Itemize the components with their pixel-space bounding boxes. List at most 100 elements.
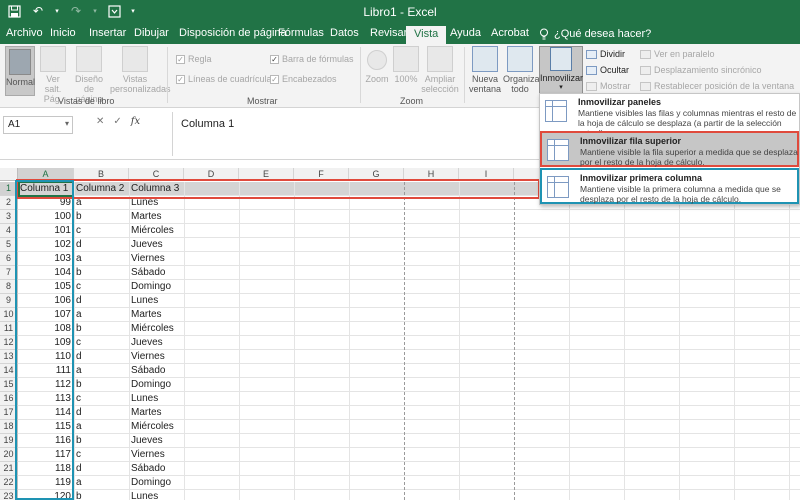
grid-cell[interactable]: c: [74, 392, 129, 406]
grid-cell[interactable]: d: [74, 238, 129, 252]
gridline: [294, 182, 295, 500]
headings-checkbox[interactable]: ✓ Encabezados: [270, 74, 337, 84]
grid-cell[interactable]: b: [74, 266, 129, 280]
sync-scroll-button[interactable]: Desplazamiento sincrónico: [640, 65, 762, 75]
gridline: [789, 182, 790, 500]
tab-disposicion[interactable]: Disposición de página: [179, 24, 287, 44]
grid-cell[interactable]: c: [74, 448, 129, 462]
tab-dibujar[interactable]: Dibujar: [134, 24, 169, 44]
checkbox-icon: ✓: [270, 74, 279, 84]
normal-view-button[interactable]: Normal: [5, 46, 35, 96]
grid-cell[interactable]: Lunes: [129, 490, 184, 500]
sync-scroll-icon: [640, 65, 651, 75]
ribbon-tabs: Archivo Inicio Insertar Dibujar Disposic…: [0, 24, 800, 44]
hide-button[interactable]: Ocultar: [586, 65, 629, 75]
menu-item-desc: Mantiene visible la fila superior a medi…: [580, 147, 798, 167]
grid-cell[interactable]: a: [74, 420, 129, 434]
grid-cell[interactable]: Sábado: [129, 462, 184, 476]
new-window-button[interactable]: Nueva ventana: [468, 46, 502, 94]
grid-cell[interactable]: c: [74, 224, 129, 238]
grid-cell[interactable]: b: [74, 322, 129, 336]
zoom-selection-button[interactable]: Ampliar selección: [421, 46, 459, 94]
regla-checkbox[interactable]: ✓ Regla: [176, 54, 212, 64]
tab-formulas[interactable]: Fórmulas: [278, 24, 324, 44]
new-window-label: Nueva ventana: [468, 74, 502, 94]
grid-cell[interactable]: Lunes: [129, 392, 184, 406]
menu-item-freeze-panes[interactable]: Inmovilizar paneles Mantiene visibles la…: [540, 94, 799, 138]
grid-cell[interactable]: b: [74, 490, 129, 500]
grid-cell[interactable]: Sábado: [129, 266, 184, 280]
grid-cell[interactable]: Martes: [129, 308, 184, 322]
grid-cell[interactable]: a: [74, 308, 129, 322]
name-box[interactable]: A1 ▾: [3, 116, 73, 134]
top-row-highlight: [16, 179, 540, 199]
grid-cell[interactable]: Miércoles: [129, 420, 184, 434]
grid-cell[interactable]: a: [74, 364, 129, 378]
freeze-first-column-icon: [547, 176, 569, 198]
arrange-all-button[interactable]: Organizar todo: [503, 46, 543, 94]
gridline: [624, 182, 625, 500]
grid-cell[interactable]: Viernes: [129, 350, 184, 364]
gridlines-checkbox[interactable]: ✓ Líneas de cuadrícula: [176, 74, 272, 84]
reset-position-button[interactable]: Restablecer posición de la ventana: [640, 81, 794, 91]
grid-cell[interactable]: d: [74, 406, 129, 420]
grid-cell[interactable]: a: [74, 476, 129, 490]
menu-item-freeze-top-row[interactable]: Inmovilizar fila superior Mantiene visib…: [540, 131, 799, 167]
grid-cell[interactable]: Domingo: [129, 280, 184, 294]
worksheet-grid[interactable]: ABCDEFGHI 1 2 3 4 5 6 7 8 9 10 11 12 13 14 15 16 17 18 19 2…: [0, 160, 800, 500]
grid-cell[interactable]: Martes: [129, 406, 184, 420]
grid-cell[interactable]: Jueves: [129, 434, 184, 448]
insert-function-icon[interactable]: fx: [131, 116, 140, 127]
grid-cell[interactable]: Domingo: [129, 378, 184, 392]
tab-datos[interactable]: Datos: [330, 24, 359, 44]
unhide-button[interactable]: Mostrar: [586, 81, 631, 91]
reset-position-label: Restablecer posición de la ventana: [654, 81, 795, 91]
grid-cell[interactable]: a: [74, 252, 129, 266]
sync-scroll-label: Desplazamiento sincrónico: [654, 65, 762, 75]
grid-cell[interactable]: Jueves: [129, 336, 184, 350]
grid-cell[interactable]: Lunes: [129, 294, 184, 308]
grid-cell[interactable]: b: [74, 434, 129, 448]
grid-cell[interactable]: c: [74, 336, 129, 350]
grid-cell[interactable]: d: [74, 462, 129, 476]
tab-acrobat[interactable]: Acrobat: [491, 24, 529, 44]
cancel-icon[interactable]: ✕: [96, 116, 104, 127]
grid-cell[interactable]: Jueves: [129, 238, 184, 252]
custom-views-button[interactable]: Vistas personalizadas: [110, 46, 171, 94]
grid-cell[interactable]: Domingo: [129, 476, 184, 490]
menu-item-freeze-first-column[interactable]: Inmovilizar primera columna Mantiene vis…: [540, 168, 799, 204]
grid-cell[interactable]: Sábado: [129, 364, 184, 378]
tab-insertar[interactable]: Insertar: [89, 24, 126, 44]
grid-cell[interactable]: Miércoles: [129, 322, 184, 336]
grid-cell[interactable]: Miércoles: [129, 224, 184, 238]
side-by-side-button[interactable]: Ver en paralelo: [640, 49, 715, 59]
grid-cell[interactable]: b: [74, 210, 129, 224]
tab-inicio[interactable]: Inicio: [50, 24, 76, 44]
tab-revisar[interactable]: Revisar: [370, 24, 407, 44]
tab-ayuda[interactable]: Ayuda: [450, 24, 481, 44]
split-button[interactable]: Dividir: [586, 49, 625, 59]
grid-cell[interactable]: Martes: [129, 210, 184, 224]
grid-cell[interactable]: b: [74, 378, 129, 392]
zoom-100-button[interactable]: 100%: [392, 46, 420, 84]
tell-me-search[interactable]: ¿Qué desea hacer?: [539, 24, 651, 44]
arrange-all-label: Organizar todo: [503, 74, 543, 94]
formula-bar-checkbox[interactable]: ✓ Barra de fórmulas: [270, 54, 354, 64]
tab-archivo[interactable]: Archivo: [6, 24, 43, 44]
chevron-down-icon[interactable]: ▾: [65, 119, 69, 128]
first-column-highlight: [15, 180, 74, 500]
grid-cell[interactable]: Viernes: [129, 252, 184, 266]
grid-cell[interactable]: c: [74, 280, 129, 294]
normal-view-label: Normal: [6, 77, 36, 87]
page-break-line: [514, 182, 515, 500]
grid-cell[interactable]: d: [74, 294, 129, 308]
grid-cell[interactable]: d: [74, 350, 129, 364]
lightbulb-icon: [540, 28, 548, 40]
enter-icon[interactable]: ✓: [113, 116, 121, 127]
custom-views-label: Vistas personalizadas: [110, 74, 171, 94]
grid-cell[interactable]: Viernes: [129, 448, 184, 462]
gridline: [239, 182, 240, 500]
tab-vista[interactable]: Vista: [406, 26, 447, 44]
freeze-panes-button[interactable]: Inmovilizar ▾: [539, 46, 583, 96]
zoom-button[interactable]: Zoom: [364, 46, 390, 84]
